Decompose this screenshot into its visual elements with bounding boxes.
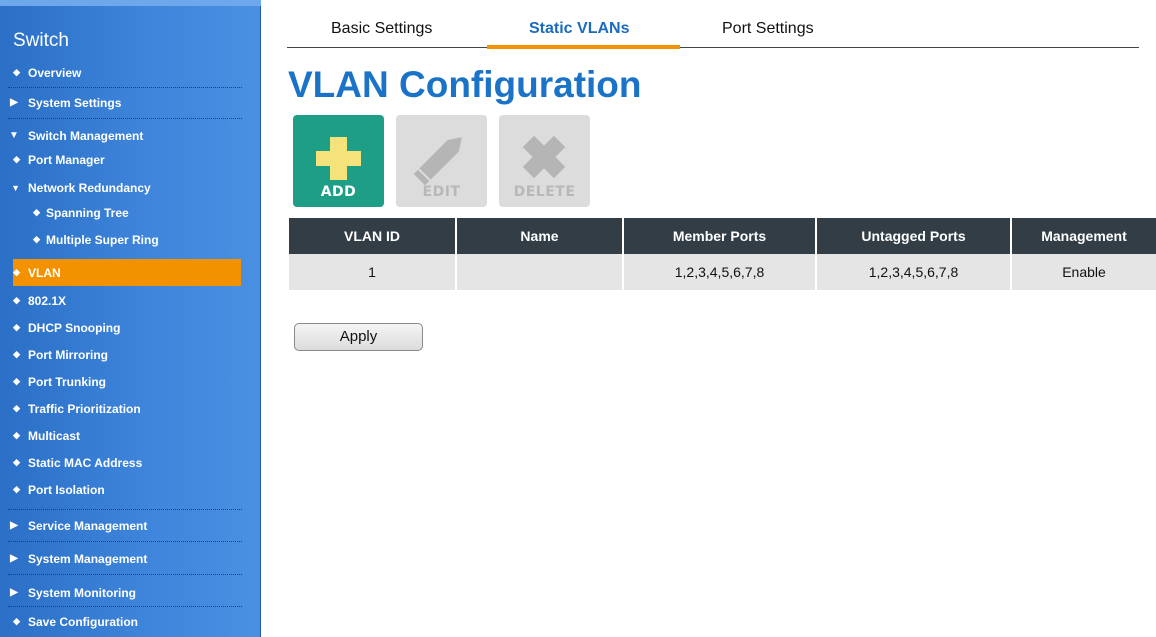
sidebar-item-save-configuration[interactable]: ◆ Save Configuration (0, 608, 261, 635)
column-header-vlan-id[interactable]: VLAN ID (289, 218, 457, 254)
cell-vlan-id: 1 (289, 254, 457, 290)
sidebar-item-network-redundancy[interactable]: ▼ Network Redundancy (0, 174, 261, 201)
sidebar-item-system-settings[interactable]: ▶ System Settings (0, 89, 261, 116)
sidebar-item-spanning-tree[interactable]: ◆ Spanning Tree (0, 199, 261, 226)
diamond-bullet-icon: ◆ (13, 403, 20, 413)
column-header-untagged-ports[interactable]: Untagged Ports (816, 218, 1012, 254)
triangle-down-icon: ▼ (11, 182, 20, 193)
sidebar-top-strip (0, 0, 261, 6)
cell-management: Enable (1011, 254, 1156, 290)
page-title: VLAN Configuration (288, 64, 642, 105)
diamond-bullet-icon: ◆ (13, 484, 20, 494)
table-row[interactable]: 1 1,2,3,4,5,6,7,8 1,2,3,4,5,6,7,8 Enable (289, 254, 1156, 290)
diamond-bullet-icon: ◆ (13, 349, 20, 359)
cell-member-ports: 1,2,3,4,5,6,7,8 (623, 254, 817, 290)
triangle-down-icon: ▼ (9, 130, 19, 141)
diamond-bullet-icon: ◆ (13, 67, 20, 77)
sidebar-item-multiple-super-ring[interactable]: ◆ Multiple Super Ring (0, 226, 261, 253)
tab-basic-settings[interactable]: Basic Settings (331, 20, 432, 38)
edit-button[interactable]: EDIT (396, 115, 487, 207)
app-window: Switch ◆ Overview ▶ System Settings ▼ Switc… (0, 0, 1156, 637)
sidebar-separator (8, 606, 242, 607)
cell-name (456, 254, 624, 290)
diamond-bullet-icon: ◆ (13, 295, 20, 305)
sidebar-item-switch-management[interactable]: ▼ Switch Management (0, 122, 261, 149)
tab-bar: Basic Settings Static VLANs Port Setting… (287, 14, 1139, 48)
vlan-table: VLAN ID Name Member Ports Untagged Ports… (289, 218, 1156, 290)
delete-label: DELETE (513, 184, 576, 200)
sidebar-separator (8, 509, 242, 510)
sidebar-item-dhcp-snooping[interactable]: ◆ DHCP Snooping (0, 314, 261, 341)
cell-untagged-ports: 1,2,3,4,5,6,7,8 (816, 254, 1012, 290)
sidebar-item-overview[interactable]: ◆ Overview (0, 59, 261, 86)
triangle-right-icon: ▶ (10, 553, 18, 564)
sidebar-item-multicast[interactable]: ◆ Multicast (0, 422, 261, 449)
active-tab-indicator (487, 45, 680, 49)
diamond-bullet-icon: ◆ (13, 616, 20, 626)
sidebar-item-port-trunking[interactable]: ◆ Port Trunking (0, 368, 261, 395)
sidebar-separator (8, 574, 242, 575)
column-header-name[interactable]: Name (456, 218, 624, 254)
diamond-bullet-icon: ◆ (13, 322, 20, 332)
sidebar-item-vlan[interactable]: ◆ VLAN (13, 259, 241, 286)
sidebar-item-802-1x[interactable]: ◆ 802.1X (0, 287, 261, 314)
diamond-bullet-icon: ◆ (13, 430, 20, 440)
diamond-bullet-icon: ◆ (13, 457, 20, 467)
sidebar-item-service-management[interactable]: ▶ Service Management (0, 512, 261, 539)
sidebar-separator (8, 118, 242, 119)
sidebar-item-port-mirroring[interactable]: ◆ Port Mirroring (0, 341, 261, 368)
triangle-right-icon: ▶ (10, 587, 18, 598)
delete-button[interactable]: DELETE (499, 115, 590, 207)
sidebar-separator (8, 87, 242, 88)
diamond-bullet-icon: ◆ (13, 376, 20, 386)
diamond-bullet-icon: ◆ (13, 267, 20, 277)
add-button[interactable]: ADD (293, 115, 384, 207)
triangle-right-icon: ▶ (10, 97, 18, 108)
triangle-right-icon: ▶ (10, 520, 18, 531)
sidebar-separator (8, 541, 242, 542)
sidebar-item-system-management[interactable]: ▶ System Management (0, 545, 261, 572)
apply-button[interactable]: Apply (294, 323, 423, 351)
diamond-bullet-icon: ◆ (33, 234, 40, 244)
sidebar-item-static-mac-address[interactable]: ◆ Static MAC Address (0, 449, 261, 476)
add-label: ADD (320, 184, 357, 200)
table-header-row: VLAN ID Name Member Ports Untagged Ports… (289, 218, 1156, 254)
column-header-member-ports[interactable]: Member Ports (623, 218, 817, 254)
sidebar: Switch ◆ Overview ▶ System Settings ▼ Switc… (0, 0, 261, 637)
edit-label: EDIT (422, 184, 461, 200)
diamond-bullet-icon: ◆ (13, 154, 20, 164)
sidebar-item-port-manager[interactable]: ◆ Port Manager (0, 146, 261, 173)
tab-static-vlans[interactable]: Static VLANs (529, 20, 629, 38)
sidebar-title: Switch (13, 30, 69, 51)
diamond-bullet-icon: ◆ (33, 207, 40, 217)
sidebar-item-port-isolation[interactable]: ◆ Port Isolation (0, 476, 261, 503)
sidebar-item-system-monitoring[interactable]: ▶ System Monitoring (0, 579, 261, 606)
sidebar-item-traffic-prioritization[interactable]: ◆ Traffic Prioritization (0, 395, 261, 422)
tab-port-settings[interactable]: Port Settings (722, 20, 814, 38)
column-header-management[interactable]: Management (1011, 218, 1156, 254)
